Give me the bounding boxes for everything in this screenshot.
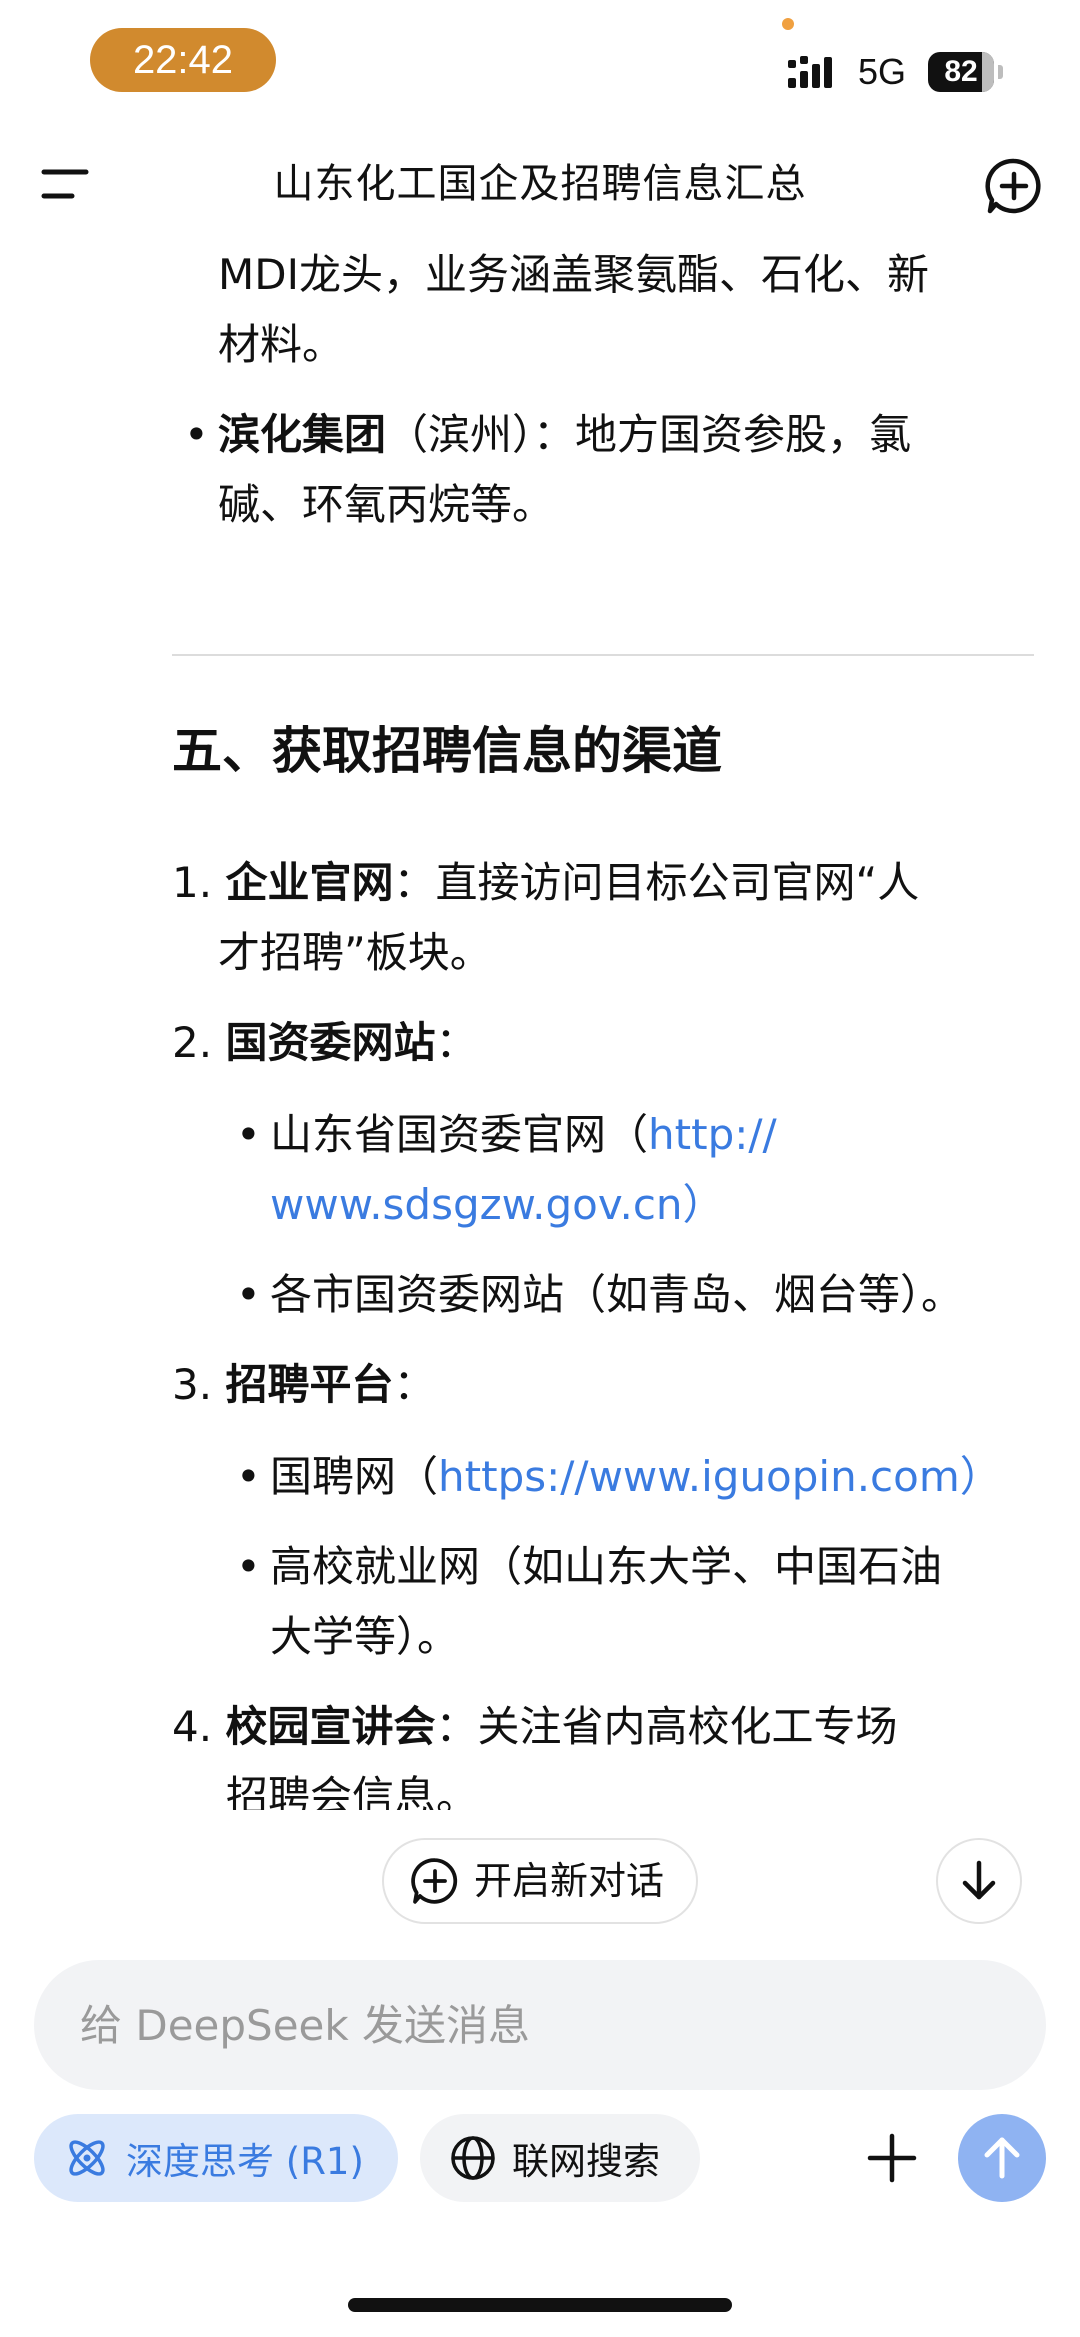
item-text: ：直接访问目标公司官网“人 bbox=[393, 858, 920, 907]
atom-icon bbox=[69, 2140, 105, 2176]
sub-item-university-line2: 大学等）。 bbox=[270, 1612, 460, 1661]
item-number: 2. bbox=[172, 1018, 213, 1067]
status-time: 22:42 bbox=[90, 28, 276, 92]
chat-message-content: MDI龙头，业务涵盖聚氨酯、石化、新 材料。 • 滨化集团（滨州）：地方国资参股… bbox=[0, 240, 1080, 1810]
ordered-item-4: 4. 校园宣讲会：关注省内高校化工专场 bbox=[172, 1692, 897, 1762]
item-text: ： bbox=[393, 1360, 436, 1409]
privacy-indicator-dot bbox=[782, 18, 794, 30]
deep-think-label: 深度思考 (R1) bbox=[126, 2140, 364, 2183]
iguopin-link[interactable]: https://www.iguopin.com bbox=[438, 1452, 960, 1501]
item-label: 企业官网 bbox=[225, 858, 394, 907]
ordered-item-1: 1. 企业官网：直接访问目标公司官网“人 bbox=[172, 848, 919, 918]
bullet-dot: • bbox=[236, 1270, 261, 1319]
sub-item-text: 山东省国资委官网（ bbox=[270, 1110, 649, 1159]
item-number: 3. bbox=[172, 1360, 213, 1409]
sdsgzw-link-cont[interactable]: www.sdsgzw.gov.cn bbox=[270, 1180, 683, 1229]
web-search-button[interactable]: 联网搜索 bbox=[420, 2114, 700, 2202]
deep-think-button[interactable]: 深度思考 (R1) bbox=[34, 2114, 398, 2202]
prev-item-line1: MDI龙头，业务涵盖聚氨酯、石化、新 bbox=[218, 250, 929, 299]
sub-item-sdsgzw: 山东省国资委官网（http:// bbox=[270, 1100, 777, 1170]
battery-level: 82 bbox=[944, 55, 978, 88]
plus-icon bbox=[867, 2133, 917, 2183]
link-close-paren: ） bbox=[959, 1452, 1002, 1501]
globe-icon bbox=[451, 2136, 495, 2180]
chat-screen: 22:42 5G 82 山东化工国企及招聘信息汇总 MDI龙头，业务涵盖聚氨酯、… bbox=[0, 0, 1080, 2337]
sub-item-sdsgzw-line2: www.sdsgzw.gov.cn） bbox=[270, 1170, 725, 1240]
arrow-up-icon bbox=[984, 2137, 1020, 2179]
home-indicator bbox=[348, 2298, 732, 2312]
message-input[interactable] bbox=[34, 1960, 1046, 2090]
item-number: 1. bbox=[172, 858, 213, 907]
network-type: 5G bbox=[858, 51, 907, 92]
scroll-down-button[interactable] bbox=[936, 1838, 1022, 1924]
item-label: 校园宣讲会 bbox=[225, 1702, 436, 1751]
sub-item-university: 高校就业网（如山东大学、中国石油 bbox=[270, 1542, 943, 1591]
plus-bubble-icon bbox=[985, 158, 1041, 214]
web-search-label: 联网搜索 bbox=[512, 2140, 660, 2183]
company-desc-line2: 碱、环氧丙烷等。 bbox=[218, 480, 555, 529]
company-name: 滨化集团 bbox=[218, 410, 387, 459]
company-desc: （滨州）：地方国资参股，氯 bbox=[386, 410, 912, 459]
start-new-chat-button[interactable]: 开启新对话 bbox=[382, 1838, 698, 1924]
item-text: ： bbox=[435, 1018, 478, 1067]
bullet-dot: • bbox=[236, 1110, 261, 1159]
plus-bubble-icon bbox=[411, 1858, 458, 1904]
ordered-item-3: 3. 招聘平台： bbox=[172, 1350, 435, 1420]
section-divider bbox=[172, 654, 1034, 656]
sub-item-iguopin: 国聘网（https://www.iguopin.com） bbox=[270, 1442, 1002, 1512]
attach-button[interactable] bbox=[860, 2126, 924, 2190]
item-number: 4. bbox=[172, 1702, 213, 1751]
battery-tip bbox=[998, 65, 1003, 79]
item-text: ：关注省内高校化工专场 bbox=[435, 1702, 898, 1751]
status-bar: 22:42 5G 82 bbox=[0, 0, 1080, 120]
menu-button[interactable] bbox=[36, 156, 100, 212]
item-label: 招聘平台 bbox=[225, 1360, 394, 1409]
sub-item-text: 国聘网（ bbox=[270, 1452, 439, 1501]
bullet-dot: • bbox=[236, 1452, 261, 1501]
chat-header: 山东化工国企及招聘信息汇总 bbox=[0, 130, 1080, 240]
sdsgzw-link[interactable]: http:// bbox=[648, 1110, 777, 1159]
send-button[interactable] bbox=[958, 2114, 1046, 2202]
ordered-item-4-line2: 招聘会信息。 bbox=[226, 1772, 479, 1810]
arrow-down-icon bbox=[962, 1860, 996, 1900]
new-chat-button[interactable] bbox=[984, 156, 1044, 216]
list-item-binhua: 滨化集团（滨州）：地方国资参股，氯 bbox=[218, 400, 911, 470]
ordered-item-1-line2: 才招聘”板块。 bbox=[218, 928, 492, 977]
ordered-item-2: 2. 国资委网站： bbox=[172, 1008, 477, 1078]
bullet-dot: • bbox=[236, 1542, 261, 1591]
signal-icon bbox=[788, 56, 832, 88]
prev-item-line2: 材料。 bbox=[218, 320, 345, 369]
link-close-paren: ） bbox=[682, 1180, 725, 1229]
sub-item-city-sasac: 各市国资委网站（如青岛、烟台等）。 bbox=[270, 1270, 964, 1319]
item-label: 国资委网站 bbox=[225, 1018, 436, 1067]
start-new-chat-label: 开启新对话 bbox=[474, 1859, 665, 1903]
bullet-dot: • bbox=[184, 410, 209, 459]
battery-icon: 82 bbox=[928, 52, 1004, 92]
menu-icon bbox=[41, 169, 89, 199]
section-heading: 五、获取招聘信息的渠道 bbox=[172, 722, 722, 780]
page-title: 山东化工国企及招聘信息汇总 bbox=[273, 161, 807, 207]
